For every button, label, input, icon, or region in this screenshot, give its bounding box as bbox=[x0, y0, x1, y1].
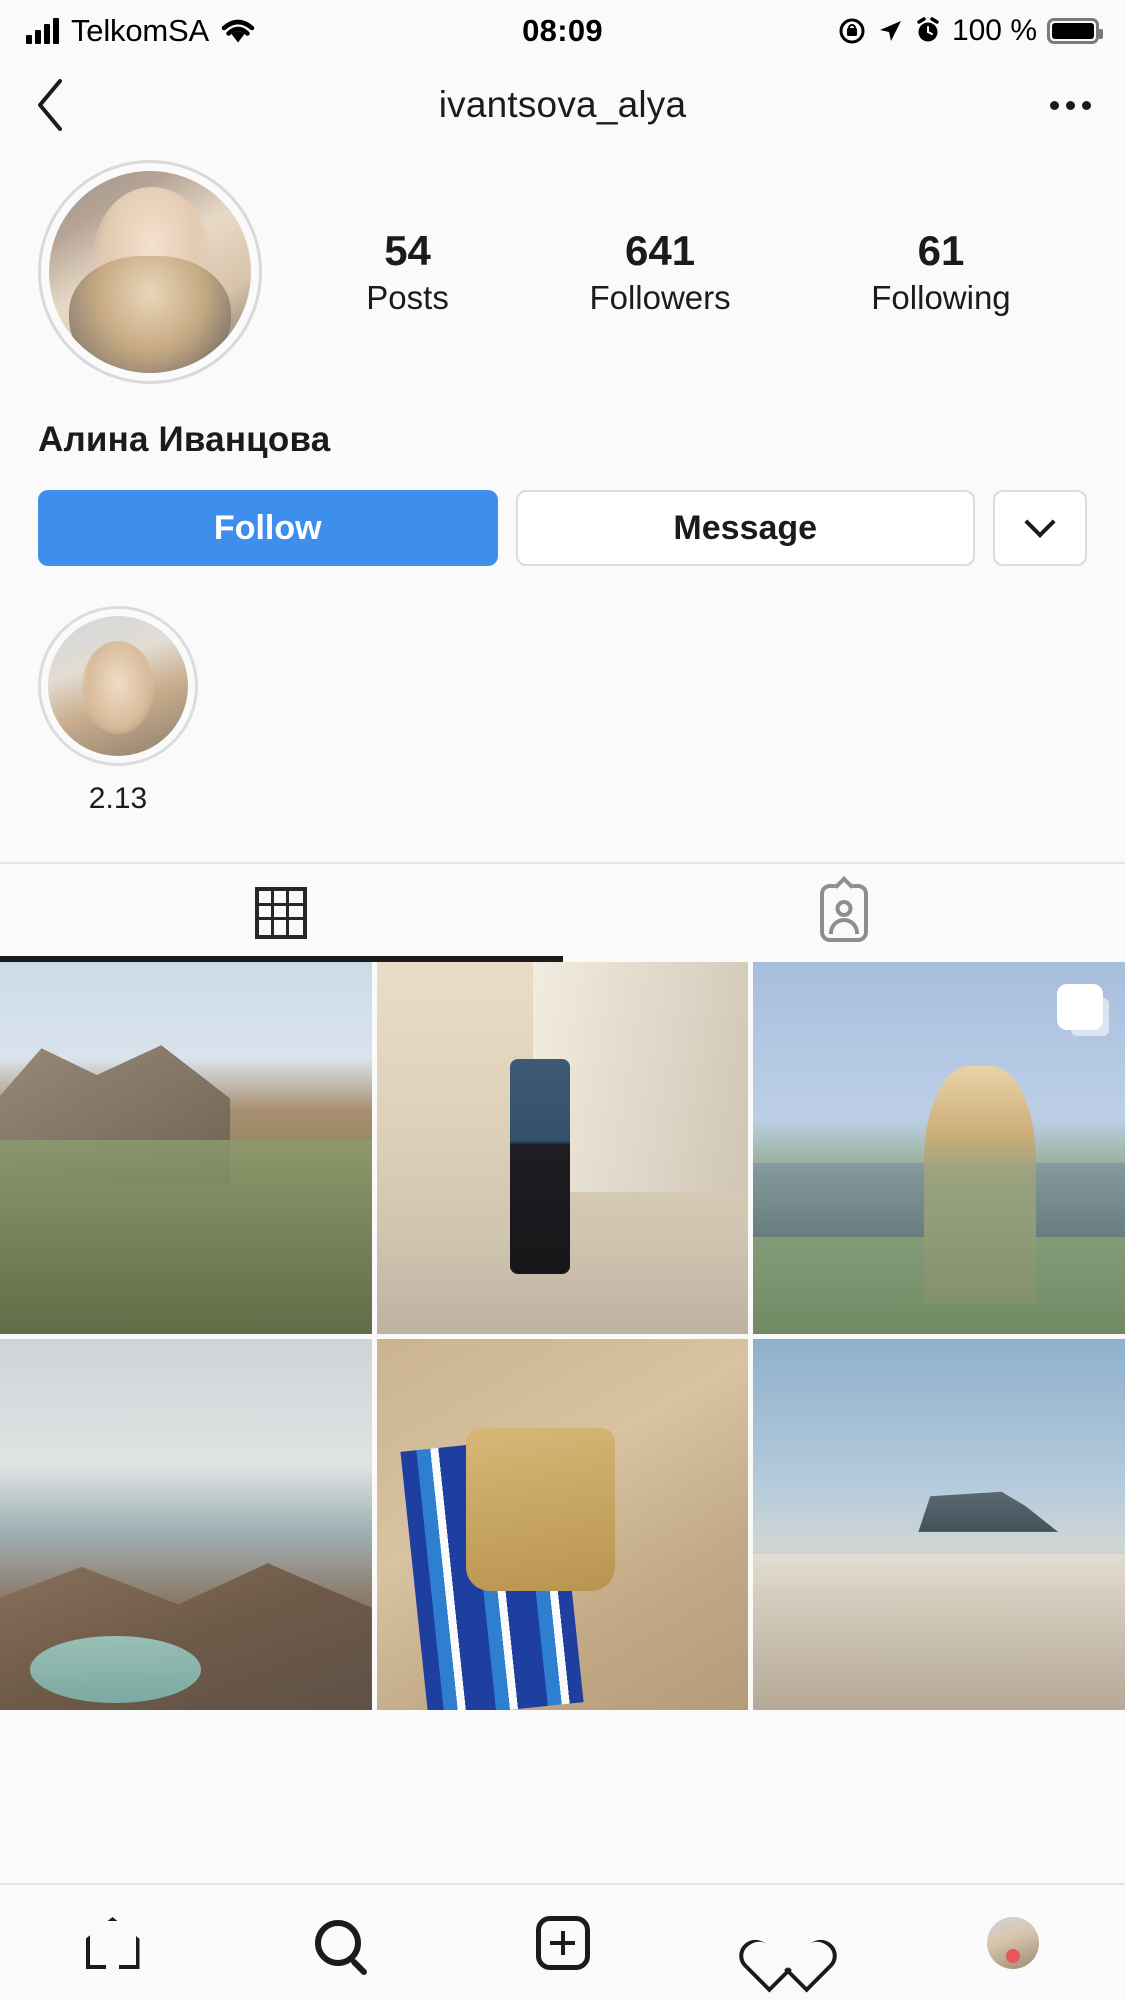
avatar-image bbox=[49, 171, 251, 373]
tagged-person-icon bbox=[819, 876, 868, 942]
status-bar-right: 100 % bbox=[603, 14, 1104, 48]
tab-grid[interactable] bbox=[0, 864, 563, 962]
nav-activity[interactable] bbox=[675, 1918, 900, 1968]
plus-square-icon bbox=[535, 1916, 590, 1970]
home-icon bbox=[85, 1917, 140, 1969]
grid-icon bbox=[255, 887, 308, 939]
stat-followers-label: Followers bbox=[589, 279, 731, 317]
stat-posts-label: Posts bbox=[366, 279, 449, 317]
notification-badge bbox=[1005, 1949, 1020, 1963]
status-bar: TelkomSA 08:09 100 % bbox=[0, 0, 1125, 62]
nav-header: ivantsova_alya bbox=[0, 62, 1125, 148]
post-image-4 bbox=[0, 1338, 372, 1711]
profile-full-name: Алина Иванцова bbox=[38, 420, 331, 459]
post-thumbnail[interactable] bbox=[753, 1338, 1125, 1711]
bottom-navigation bbox=[0, 1883, 1125, 2001]
message-button[interactable]: Message bbox=[515, 490, 975, 566]
stat-followers-value: 641 bbox=[625, 226, 696, 274]
more-actions-button[interactable] bbox=[993, 490, 1087, 566]
clock-label: 08:09 bbox=[522, 13, 603, 48]
battery-icon bbox=[1047, 18, 1104, 44]
nav-create[interactable] bbox=[450, 1916, 675, 1970]
stat-followers[interactable]: 641 Followers bbox=[589, 227, 730, 317]
post-image-2 bbox=[376, 962, 749, 1334]
signal-bars-icon bbox=[26, 18, 59, 44]
highlight-label: 2.13 bbox=[88, 782, 148, 815]
carousel-indicator-icon bbox=[1056, 984, 1103, 1030]
stat-following-label: Following bbox=[871, 279, 1011, 317]
more-options-icon[interactable] bbox=[1050, 100, 1091, 110]
profile-header: 54 Posts 641 Followers 61 Following bbox=[0, 148, 1125, 384]
back-chevron-icon[interactable] bbox=[34, 77, 68, 133]
post-thumbnail[interactable] bbox=[0, 962, 372, 1334]
rotation-lock-icon bbox=[839, 18, 865, 44]
battery-percent-label: 100 % bbox=[951, 14, 1038, 47]
post-image-6 bbox=[753, 1338, 1125, 1711]
posts-grid bbox=[0, 962, 1125, 1711]
post-image-5 bbox=[376, 1338, 749, 1711]
wifi-icon bbox=[221, 19, 255, 43]
stat-following[interactable]: 61 Following bbox=[871, 227, 1010, 317]
profile-actions: Follow Message bbox=[0, 460, 1125, 566]
alarm-clock-icon bbox=[917, 17, 939, 42]
instagram-profile-screen: TelkomSA 08:09 100 % ivantsova_alya 54 P… bbox=[0, 0, 1125, 2001]
highlight-item[interactable]: 2.13 bbox=[38, 606, 198, 816]
post-thumbnail[interactable] bbox=[0, 1338, 372, 1711]
location-arrow-icon bbox=[879, 21, 901, 41]
page-title: ivantsova_alya bbox=[438, 84, 687, 125]
post-thumbnail[interactable] bbox=[753, 962, 1125, 1334]
post-thumbnail[interactable] bbox=[376, 1338, 749, 1711]
tab-tagged[interactable] bbox=[563, 864, 1125, 962]
chevron-down-icon bbox=[1024, 506, 1056, 538]
status-bar-left: TelkomSA bbox=[26, 13, 522, 49]
stat-posts[interactable]: 54 Posts bbox=[366, 227, 449, 317]
profile-avatar[interactable] bbox=[38, 160, 262, 384]
stat-posts-value: 54 bbox=[384, 226, 431, 274]
stat-following-value: 61 bbox=[917, 226, 965, 274]
heart-icon bbox=[760, 1918, 816, 1968]
story-highlights: 2.13 bbox=[0, 566, 1125, 816]
nav-search[interactable] bbox=[225, 1920, 450, 1966]
post-thumbnail[interactable] bbox=[376, 962, 749, 1334]
profile-stats: 54 Posts 641 Followers 61 Following bbox=[262, 227, 1091, 317]
follow-button[interactable]: Follow bbox=[38, 490, 498, 566]
profile-tabs bbox=[0, 862, 1125, 962]
highlight-cover-image bbox=[48, 616, 188, 756]
nav-home[interactable] bbox=[0, 1917, 225, 1969]
carrier-label: TelkomSA bbox=[71, 13, 209, 48]
search-icon bbox=[314, 1920, 361, 1966]
nav-profile[interactable] bbox=[900, 1917, 1125, 1969]
highlight-ring bbox=[38, 606, 198, 766]
post-image-1 bbox=[0, 962, 372, 1334]
